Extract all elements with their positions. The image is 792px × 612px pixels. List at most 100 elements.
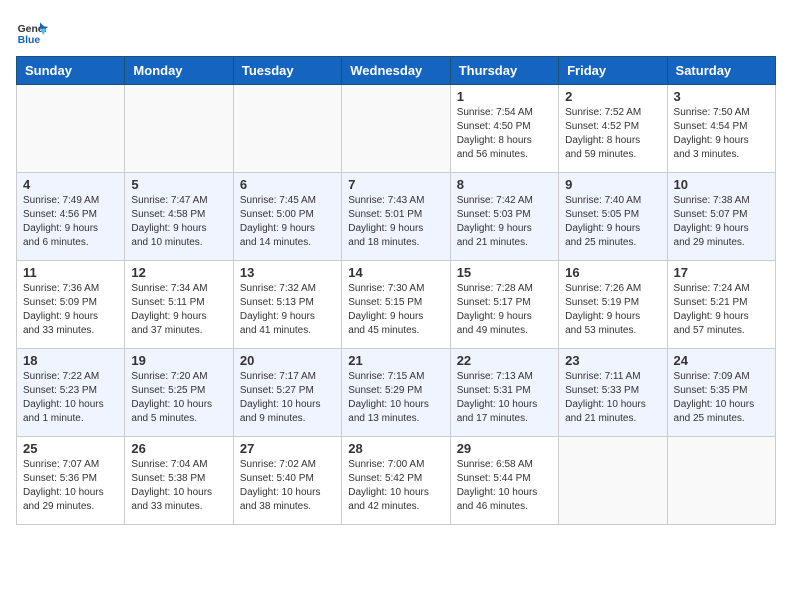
calendar-cell: 11 Sunrise: 7:36 AM Sunset: 5:09 PM Dayli… xyxy=(17,261,125,349)
calendar-week-1: 1 Sunrise: 7:54 AM Sunset: 4:50 PM Daylig… xyxy=(17,85,776,173)
day-number: 28 xyxy=(348,441,443,456)
calendar-cell: 29 Sunrise: 6:58 AM Sunset: 5:44 PM Dayli… xyxy=(450,437,558,525)
day-info: Sunrise: 7:15 AM Sunset: 5:29 PM Dayligh… xyxy=(348,370,443,426)
day-number: 6 xyxy=(240,177,335,192)
calendar-cell: 10 Sunrise: 7:38 AM Sunset: 5:07 PM Dayli… xyxy=(667,173,775,261)
calendar-cell: 23Sunrise: 7:11 AM Sunset: 5:33 PM Dayli… xyxy=(559,349,667,437)
calendar-body: 1 Sunrise: 7:54 AM Sunset: 4:50 PM Daylig… xyxy=(17,85,776,525)
day-info: Sunrise: 7:52 AM Sunset: 4:52 PM Dayligh… xyxy=(565,106,660,162)
calendar-cell: 12 Sunrise: 7:34 AM Sunset: 5:11 PM Dayli… xyxy=(125,261,233,349)
calendar-cell: 26 Sunrise: 7:04 AM Sunset: 5:38 PM Dayli… xyxy=(125,437,233,525)
calendar-header-monday: Monday xyxy=(125,57,233,85)
calendar-cell xyxy=(559,437,667,525)
day-info: Sunrise: 7:42 AM Sunset: 5:03 PM Dayligh… xyxy=(457,194,552,250)
calendar-week-3: 11 Sunrise: 7:36 AM Sunset: 5:09 PM Dayli… xyxy=(17,261,776,349)
day-info: Sunrise: 7:20 AM Sunset: 5:25 PM Dayligh… xyxy=(131,370,226,426)
day-number: 5 xyxy=(131,177,226,192)
day-info: Sunrise: 7:07 AM Sunset: 5:36 PM Dayligh… xyxy=(23,458,118,514)
day-number: 1 xyxy=(457,89,552,104)
day-info: Sunrise: 7:38 AM Sunset: 5:07 PM Dayligh… xyxy=(674,194,769,250)
day-number: 19 xyxy=(131,353,226,368)
day-number: 21 xyxy=(348,353,443,368)
day-number: 9 xyxy=(565,177,660,192)
calendar-cell: 6 Sunrise: 7:45 AM Sunset: 5:00 PM Daylig… xyxy=(233,173,341,261)
day-number: 12 xyxy=(131,265,226,280)
day-number: 11 xyxy=(23,265,118,280)
calendar-cell: 22 Sunrise: 7:13 AM Sunset: 5:31 PM Dayli… xyxy=(450,349,558,437)
day-number: 15 xyxy=(457,265,552,280)
day-number: 8 xyxy=(457,177,552,192)
calendar-week-5: 25 Sunrise: 7:07 AM Sunset: 5:36 PM Dayli… xyxy=(17,437,776,525)
day-info: Sunrise: 7:54 AM Sunset: 4:50 PM Dayligh… xyxy=(457,106,552,162)
calendar-cell: 9 Sunrise: 7:40 AM Sunset: 5:05 PM Daylig… xyxy=(559,173,667,261)
day-info: Sunrise: 7:28 AM Sunset: 5:17 PM Dayligh… xyxy=(457,282,552,338)
calendar-cell: 15 Sunrise: 7:28 AM Sunset: 5:17 PM Dayli… xyxy=(450,261,558,349)
logo: General Blue xyxy=(16,16,48,48)
calendar-header-friday: Friday xyxy=(559,57,667,85)
day-info: Sunrise: 7:17 AM Sunset: 5:27 PM Dayligh… xyxy=(240,370,335,426)
day-info: Sunrise: 7:00 AM Sunset: 5:42 PM Dayligh… xyxy=(348,458,443,514)
calendar-cell xyxy=(233,85,341,173)
day-info: Sunrise: 6:58 AM Sunset: 5:44 PM Dayligh… xyxy=(457,458,552,514)
day-info: Sunrise: 7:11 AM Sunset: 5:33 PM Dayligh… xyxy=(565,370,660,426)
calendar-cell: 7 Sunrise: 7:43 AM Sunset: 5:01 PM Daylig… xyxy=(342,173,450,261)
day-info: Sunrise: 7:04 AM Sunset: 5:38 PM Dayligh… xyxy=(131,458,226,514)
calendar-cell xyxy=(667,437,775,525)
day-info: Sunrise: 7:13 AM Sunset: 5:31 PM Dayligh… xyxy=(457,370,552,426)
day-number: 10 xyxy=(674,177,769,192)
day-number: 4 xyxy=(23,177,118,192)
day-number: 7 xyxy=(348,177,443,192)
day-info: Sunrise: 7:36 AM Sunset: 5:09 PM Dayligh… xyxy=(23,282,118,338)
day-number: 25 xyxy=(23,441,118,456)
calendar-cell: 1 Sunrise: 7:54 AM Sunset: 4:50 PM Daylig… xyxy=(450,85,558,173)
calendar-cell: 19 Sunrise: 7:20 AM Sunset: 5:25 PM Dayli… xyxy=(125,349,233,437)
day-number: 18 xyxy=(23,353,118,368)
day-info: Sunrise: 7:40 AM Sunset: 5:05 PM Dayligh… xyxy=(565,194,660,250)
day-info: Sunrise: 7:02 AM Sunset: 5:40 PM Dayligh… xyxy=(240,458,335,514)
day-info: Sunrise: 7:50 AM Sunset: 4:54 PM Dayligh… xyxy=(674,106,769,162)
calendar-header-saturday: Saturday xyxy=(667,57,775,85)
logo-icon: General Blue xyxy=(16,16,48,48)
day-number: 14 xyxy=(348,265,443,280)
day-number: 26 xyxy=(131,441,226,456)
day-info: Sunrise: 7:34 AM Sunset: 5:11 PM Dayligh… xyxy=(131,282,226,338)
day-number: 22 xyxy=(457,353,552,368)
calendar-cell: 14Sunrise: 7:30 AM Sunset: 5:15 PM Dayli… xyxy=(342,261,450,349)
calendar-cell xyxy=(125,85,233,173)
day-number: 2 xyxy=(565,89,660,104)
day-info: Sunrise: 7:09 AM Sunset: 5:35 PM Dayligh… xyxy=(674,370,769,426)
calendar-cell: 21 Sunrise: 7:15 AM Sunset: 5:29 PM Dayli… xyxy=(342,349,450,437)
calendar-cell: 27 Sunrise: 7:02 AM Sunset: 5:40 PM Dayli… xyxy=(233,437,341,525)
day-info: Sunrise: 7:45 AM Sunset: 5:00 PM Dayligh… xyxy=(240,194,335,250)
calendar-cell: 20 Sunrise: 7:17 AM Sunset: 5:27 PM Dayli… xyxy=(233,349,341,437)
day-number: 24 xyxy=(674,353,769,368)
calendar-cell: 4 Sunrise: 7:49 AM Sunset: 4:56 PM Daylig… xyxy=(17,173,125,261)
calendar-cell: 18 Sunrise: 7:22 AM Sunset: 5:23 PM Dayli… xyxy=(17,349,125,437)
day-info: Sunrise: 7:49 AM Sunset: 4:56 PM Dayligh… xyxy=(23,194,118,250)
day-number: 16 xyxy=(565,265,660,280)
day-info: Sunrise: 7:32 AM Sunset: 5:13 PM Dayligh… xyxy=(240,282,335,338)
day-info: Sunrise: 7:47 AM Sunset: 4:58 PM Dayligh… xyxy=(131,194,226,250)
calendar-header-wednesday: Wednesday xyxy=(342,57,450,85)
day-info: Sunrise: 7:43 AM Sunset: 5:01 PM Dayligh… xyxy=(348,194,443,250)
page-header: General Blue xyxy=(16,16,776,48)
day-info: Sunrise: 7:24 AM Sunset: 5:21 PM Dayligh… xyxy=(674,282,769,338)
calendar-cell: 13 Sunrise: 7:32 AM Sunset: 5:13 PM Dayli… xyxy=(233,261,341,349)
calendar-header-tuesday: Tuesday xyxy=(233,57,341,85)
calendar-week-4: 18 Sunrise: 7:22 AM Sunset: 5:23 PM Dayli… xyxy=(17,349,776,437)
calendar-week-2: 4 Sunrise: 7:49 AM Sunset: 4:56 PM Daylig… xyxy=(17,173,776,261)
calendar-cell xyxy=(17,85,125,173)
day-number: 17 xyxy=(674,265,769,280)
day-number: 20 xyxy=(240,353,335,368)
day-info: Sunrise: 7:26 AM Sunset: 5:19 PM Dayligh… xyxy=(565,282,660,338)
day-info: Sunrise: 7:22 AM Sunset: 5:23 PM Dayligh… xyxy=(23,370,118,426)
day-number: 29 xyxy=(457,441,552,456)
calendar-cell: 8 Sunrise: 7:42 AM Sunset: 5:03 PM Daylig… xyxy=(450,173,558,261)
calendar-cell: 28 Sunrise: 7:00 AM Sunset: 5:42 PM Dayli… xyxy=(342,437,450,525)
calendar-header-sunday: Sunday xyxy=(17,57,125,85)
calendar-header-row: SundayMondayTuesdayWednesdayThursdayFrid… xyxy=(17,57,776,85)
day-number: 27 xyxy=(240,441,335,456)
day-number: 13 xyxy=(240,265,335,280)
calendar-cell: 25 Sunrise: 7:07 AM Sunset: 5:36 PM Dayli… xyxy=(17,437,125,525)
calendar-cell: 2 Sunrise: 7:52 AM Sunset: 4:52 PM Daylig… xyxy=(559,85,667,173)
